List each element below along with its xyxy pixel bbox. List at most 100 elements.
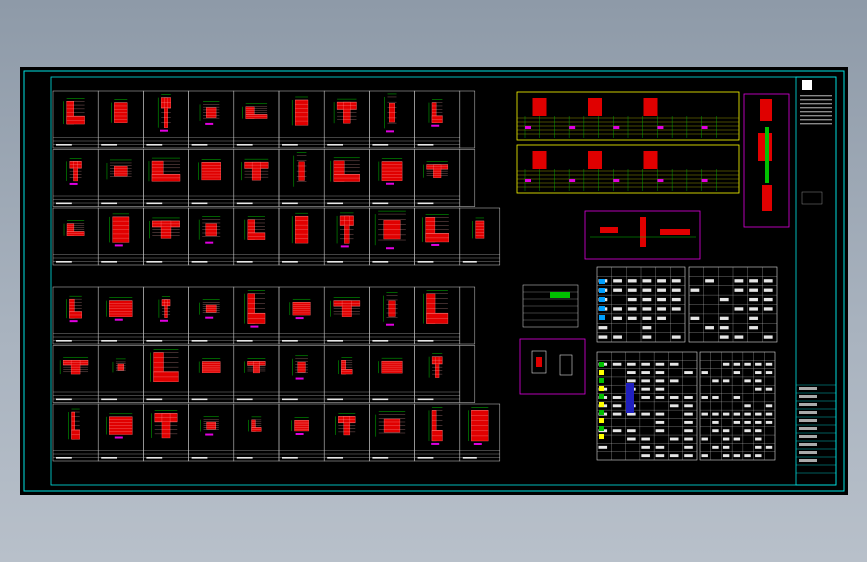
- detail-label: [191, 457, 208, 459]
- column-section-detail: [143, 149, 189, 207]
- column-section-detail: [369, 286, 415, 345]
- callout-tag: [569, 179, 576, 182]
- title-block-text: [799, 459, 817, 462]
- column-schedule-table: [596, 351, 698, 461]
- callout-tag: [386, 323, 394, 326]
- callout-tag: [295, 432, 304, 435]
- detail-label: [236, 340, 253, 342]
- table-text: [641, 396, 650, 399]
- column-section-detail: [97, 286, 144, 345]
- column-section-detail: [278, 207, 325, 266]
- detail-label: [56, 202, 72, 205]
- column-section: [643, 98, 658, 116]
- title-block-text: [799, 443, 817, 446]
- table-text: [613, 279, 622, 283]
- title-block-text: [800, 95, 832, 97]
- detail-frame: [278, 345, 325, 403]
- detail-label: [327, 261, 344, 263]
- detail-label: [191, 340, 208, 342]
- table-text: [701, 437, 708, 441]
- detail-label: [372, 144, 389, 146]
- table-text: [755, 362, 762, 366]
- table-text: [642, 288, 652, 292]
- detail-section: [762, 185, 772, 211]
- table-text: [701, 454, 708, 458]
- detail-section: [760, 99, 772, 121]
- table-text: [627, 412, 636, 416]
- column-section-detail: [52, 286, 99, 345]
- table-text: [612, 429, 622, 433]
- table-text: [684, 371, 693, 375]
- column-section-detail: [52, 149, 99, 207]
- column-section: [588, 98, 602, 116]
- joint-detail-section: [640, 217, 646, 247]
- table-text: [627, 307, 637, 311]
- detail-label: [372, 340, 389, 342]
- table-marker: [599, 288, 605, 293]
- column-section-detail: [323, 207, 370, 266]
- detail-label: [146, 144, 163, 146]
- callout-tag: [160, 319, 168, 322]
- detail-label: [462, 457, 477, 459]
- column-section-detail: [97, 149, 144, 207]
- column-section: [333, 174, 360, 182]
- table-text: [744, 412, 751, 416]
- joint-detail-section: [660, 229, 690, 235]
- detail-frame: [97, 149, 144, 207]
- detail-frame: [233, 403, 280, 462]
- table-marker: [599, 297, 605, 302]
- detail-label: [417, 340, 434, 342]
- column-section-detail: [143, 90, 189, 149]
- detail-frame: [233, 90, 280, 149]
- title-block: [795, 76, 837, 486]
- table-text: [655, 412, 665, 416]
- table-text: [613, 288, 622, 292]
- table-text: [733, 454, 741, 458]
- table-text: [763, 279, 773, 283]
- callout-tag: [340, 245, 349, 248]
- detail-label: [417, 457, 434, 459]
- table-text: [749, 316, 758, 320]
- table-text: [627, 371, 636, 375]
- table-text: [744, 429, 751, 433]
- title-block-text: [799, 427, 817, 430]
- table-text: [671, 307, 681, 311]
- column-section-detail: [414, 207, 461, 266]
- table-text: [712, 420, 719, 424]
- detail-label: [56, 340, 72, 342]
- detail-label: [146, 202, 163, 205]
- table-text: [655, 445, 665, 449]
- title-block-text: [800, 123, 832, 125]
- table-text: [765, 387, 773, 391]
- column-section: [431, 115, 443, 123]
- callout-tag: [386, 130, 394, 133]
- callout-tag: [114, 244, 123, 247]
- table-text: [749, 307, 758, 311]
- section-detail-frame: [519, 338, 586, 395]
- table-text: [744, 404, 751, 408]
- table-text: [744, 454, 751, 458]
- table-text: [755, 412, 762, 416]
- detail-label: [417, 261, 434, 263]
- table-text: [613, 335, 622, 339]
- title-block-text: [799, 451, 817, 454]
- title-block-text: [799, 395, 817, 398]
- table-text: [657, 279, 666, 283]
- title-block-frame: [795, 76, 837, 486]
- table-text: [641, 437, 650, 441]
- table-text: [627, 437, 636, 441]
- detail-label: [101, 457, 118, 459]
- table-text: [627, 316, 637, 320]
- table-marker: [599, 410, 604, 415]
- table-text: [755, 437, 762, 441]
- table-text: [733, 362, 741, 366]
- column-section-detail: [233, 345, 280, 403]
- detail-label: [417, 144, 434, 146]
- callout-tag: [295, 377, 304, 380]
- table-text: [627, 279, 637, 283]
- column-section: [425, 233, 450, 243]
- table-text: [712, 429, 719, 433]
- column-section: [431, 430, 443, 442]
- table-text: [612, 396, 622, 399]
- table-marker: [599, 434, 604, 439]
